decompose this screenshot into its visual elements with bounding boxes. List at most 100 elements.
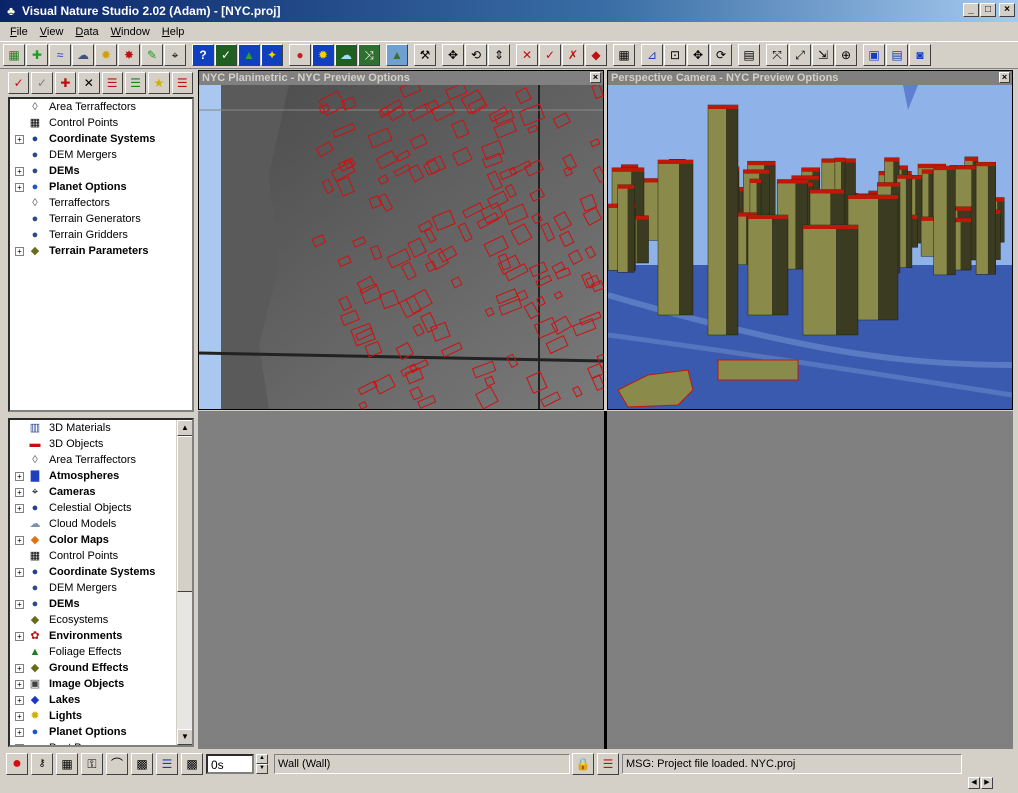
scroll-thumb[interactable] bbox=[177, 436, 192, 592]
rotate-view-icon[interactable]: ⟳ bbox=[710, 44, 732, 66]
close-button[interactable]: × bbox=[999, 3, 1015, 17]
message-scrollbar[interactable]: ◀ ▶ bbox=[652, 777, 994, 789]
texture-icon[interactable]: ▩ bbox=[131, 753, 153, 775]
expand-icon[interactable]: + bbox=[15, 711, 24, 721]
tree-item[interactable]: ▥ 3D Materials bbox=[10, 420, 176, 436]
sun-icon[interactable]: ✹ bbox=[95, 44, 117, 66]
expand-icon[interactable]: + bbox=[15, 599, 24, 609]
vector-add-icon[interactable]: ✓ bbox=[539, 44, 561, 66]
minimize-button[interactable]: _ bbox=[963, 3, 979, 17]
planimetric-view[interactable]: NYC Planimetric - NYC Preview Options × bbox=[198, 70, 604, 410]
expand-icon[interactable]: + bbox=[15, 182, 24, 192]
palette-icon[interactable]: ● bbox=[289, 44, 311, 66]
tree-item[interactable]: + ▣ Image Objects bbox=[10, 676, 176, 692]
stretch-icon[interactable]: ⇲ bbox=[812, 44, 834, 66]
tree-item[interactable]: + ● Planet Options bbox=[10, 724, 176, 740]
preview-window-icon[interactable]: ◙ bbox=[909, 44, 931, 66]
scroll-left-arrow-icon[interactable]: ◀ bbox=[968, 777, 980, 789]
tree-item[interactable]: + ◆ Terrain Parameters bbox=[10, 243, 192, 259]
keyframe-icon[interactable]: ⚷ bbox=[31, 753, 53, 775]
vector-edit-icon[interactable]: ✕ bbox=[516, 44, 538, 66]
frame-icon[interactable]: ▩ bbox=[181, 753, 203, 775]
tree-item[interactable]: ☁ Cloud Models bbox=[10, 516, 176, 532]
scale-vertex-icon[interactable]: ⇕ bbox=[488, 44, 510, 66]
measure-icon[interactable]: ⊿ bbox=[641, 44, 663, 66]
tree-item[interactable]: + ● Celestial Objects bbox=[10, 500, 176, 516]
menu-view[interactable]: View bbox=[34, 26, 70, 38]
tree-item[interactable]: + ◆ Ground Effects bbox=[10, 660, 176, 676]
tree-icon[interactable]: ▲ bbox=[238, 44, 260, 66]
expand-icon[interactable]: + bbox=[15, 471, 24, 481]
planimetric-map[interactable] bbox=[199, 80, 603, 409]
perspective-view[interactable]: Perspective Camera - NYC Preview Options… bbox=[607, 70, 1013, 410]
tree-scrollbar[interactable]: ▲ ▼ bbox=[176, 420, 192, 745]
scene-icon[interactable]: ✹ bbox=[312, 44, 334, 66]
tools-icon[interactable]: ⚒ bbox=[414, 44, 436, 66]
log-icon[interactable]: ☰ bbox=[597, 753, 619, 775]
empty-view-left[interactable] bbox=[198, 411, 604, 749]
expand-icon[interactable]: + bbox=[15, 503, 24, 513]
tree-item[interactable]: + ✹ Lights bbox=[10, 708, 176, 724]
timeline-icon[interactable]: ☰ bbox=[156, 753, 178, 775]
key-icon[interactable]: ⚿ bbox=[81, 753, 103, 775]
tree-item[interactable]: ▦ Control Points bbox=[10, 548, 176, 564]
landscape-icon[interactable]: ⤨ bbox=[358, 44, 380, 66]
render-icon[interactable]: ✦ bbox=[261, 44, 283, 66]
camera-icon[interactable]: ⌖ bbox=[164, 44, 186, 66]
scroll-right-arrow-icon[interactable]: ▶ bbox=[981, 777, 993, 789]
expand-icon[interactable]: + bbox=[15, 166, 24, 176]
expand-icon[interactable]: + bbox=[15, 487, 24, 497]
enable-icon[interactable]: ✓ bbox=[8, 72, 30, 94]
tree-item[interactable]: ● Terrain Gridders bbox=[10, 227, 192, 243]
tree-item[interactable]: +▬ Post Proc... bbox=[10, 740, 176, 745]
view-window-icon[interactable]: ▣ bbox=[863, 44, 885, 66]
grid-snap-icon[interactable]: ▦ bbox=[56, 753, 78, 775]
app-icon[interactable]: ♣ bbox=[4, 4, 18, 18]
scroll-up-arrow-icon[interactable]: ▲ bbox=[177, 420, 192, 436]
paint-icon[interactable]: ✎ bbox=[141, 44, 163, 66]
image-icon[interactable]: ▲ bbox=[386, 44, 408, 66]
rotate-vertex-icon[interactable]: ⟲ bbox=[465, 44, 487, 66]
terrain-icon[interactable]: ▦ bbox=[3, 44, 25, 66]
water-icon[interactable]: ≈ bbox=[49, 44, 71, 66]
tree-item[interactable]: ▦ Control Points bbox=[10, 115, 192, 131]
menu-help[interactable]: Help bbox=[156, 26, 191, 38]
tree-item[interactable]: ● Terrain Generators bbox=[10, 211, 192, 227]
scroll-down-arrow-icon[interactable]: ▼ bbox=[177, 729, 192, 745]
edit-list-icon[interactable]: ☰ bbox=[101, 72, 123, 94]
check-map-icon[interactable]: ✓ bbox=[215, 44, 237, 66]
tree-item[interactable]: + ✿ Environments bbox=[10, 628, 176, 644]
pan-icon[interactable]: ✥ bbox=[687, 44, 709, 66]
highlight-icon[interactable]: ★ bbox=[148, 72, 170, 94]
menu-data[interactable]: Data bbox=[69, 26, 104, 38]
time-input[interactable]: 0s bbox=[206, 754, 254, 774]
perspective-render[interactable] bbox=[608, 85, 1012, 409]
disable-icon[interactable]: ✓ bbox=[31, 72, 53, 94]
tree-item[interactable]: ◊ Area Terraffectors bbox=[10, 452, 176, 468]
tree-item[interactable]: + ● DEMs bbox=[10, 596, 176, 612]
tree-item[interactable]: + ● Coordinate Systems bbox=[10, 564, 176, 580]
tree-item[interactable]: ▲ Foliage Effects bbox=[10, 644, 176, 660]
close-icon[interactable]: × bbox=[590, 72, 601, 83]
maximize-button[interactable]: □ bbox=[980, 3, 996, 17]
expand-icon[interactable]: + bbox=[15, 535, 24, 545]
expand-icon[interactable]: + bbox=[15, 679, 24, 689]
expand-icon[interactable]: + bbox=[15, 663, 24, 673]
tree-item[interactable]: + ● Planet Options bbox=[10, 179, 192, 195]
properties-icon[interactable]: ☰ bbox=[124, 72, 147, 94]
expand-icon[interactable]: + bbox=[15, 134, 24, 144]
tree-item[interactable]: + ◆ Color Maps bbox=[10, 532, 176, 548]
delete-icon[interactable]: ✕ bbox=[78, 72, 100, 94]
vector-delete-icon[interactable]: ✗ bbox=[562, 44, 584, 66]
grid-icon[interactable]: ▦ bbox=[613, 44, 635, 66]
expand-icon[interactable]: + bbox=[15, 246, 24, 256]
tree-item[interactable]: ◊ Area Terraffectors bbox=[10, 99, 192, 115]
path-icon[interactable]: ⌒ bbox=[106, 753, 128, 775]
time-spinner[interactable]: ▲ ▼ bbox=[256, 754, 268, 774]
tree-item[interactable]: ◊ Terraffectors bbox=[10, 195, 192, 211]
scale-icon[interactable]: ⤢ bbox=[789, 44, 811, 66]
effects-icon[interactable]: ✸ bbox=[118, 44, 140, 66]
vector-select-icon[interactable]: ◆ bbox=[585, 44, 607, 66]
tree-item[interactable]: ◆ Ecosystems bbox=[10, 612, 176, 628]
expand-icon[interactable]: + bbox=[15, 567, 24, 577]
